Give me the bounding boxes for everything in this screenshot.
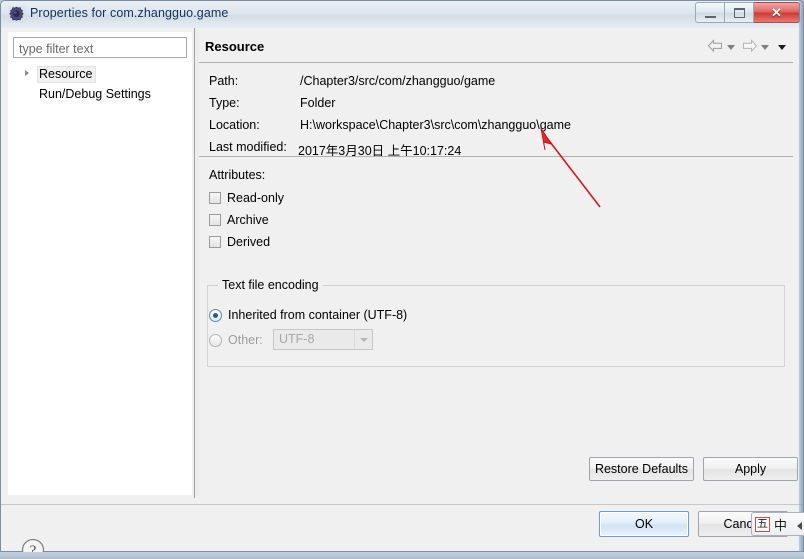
settings-tree: Resource Run/Debug Settings [9,64,191,494]
window-right-edge [799,1,803,553]
search-input[interactable] [17,39,187,58]
inherited-encoding-radio-row[interactable]: Inherited from container (UTF-8) [209,308,407,322]
readonly-checkbox[interactable] [209,192,221,204]
attributes-title: Attributes: [209,168,266,182]
forward-history-chevron-down-icon[interactable] [761,45,769,50]
window-titlebar[interactable]: Properties for com.zhangguo.game ✕ [1,1,803,29]
sidebar-item-run-debug-settings[interactable]: Run/Debug Settings [9,84,191,104]
screenshot-root: Properties for com.zhangguo.game ✕ type … [0,0,804,559]
close-icon: ✕ [771,5,782,20]
other-encoding-radio[interactable] [209,333,222,347]
header-divider [199,62,793,63]
archive-checkbox-row[interactable]: Archive [209,213,269,227]
settings-tree-panel: Resource Run/Debug Settings [8,32,192,495]
encoding-select-button[interactable] [354,330,372,349]
derived-checkbox-row[interactable]: Derived [209,235,270,249]
type-value: Folder [300,96,336,110]
minimize-button[interactable] [695,2,725,23]
readonly-checkbox-row[interactable]: Read-only [209,191,284,205]
inherited-encoding-radio[interactable] [209,308,222,322]
filter-box[interactable] [13,37,187,58]
close-button[interactable]: ✕ [754,2,800,23]
back-arrow-icon[interactable] [706,38,725,54]
derived-label: Derived [227,235,271,249]
path-label: Path: [209,74,239,88]
last-modified-label: Last modified: [209,140,287,154]
encoding-select-value: UTF-8 [279,332,315,346]
chevron-down-icon [360,338,368,342]
ime-mode-icon[interactable]: 五 [755,516,770,532]
panel-divider [194,28,195,498]
page-nav-toolbar [706,38,788,54]
text-file-encoding-group: Text file encoding [207,278,785,367]
restore-icon [734,8,745,18]
encoding-select[interactable]: UTF-8 [273,329,373,350]
type-label: Type: [209,96,240,110]
group-title: Text file encoding [218,278,323,292]
back-history-chevron-down-icon[interactable] [727,45,735,50]
maximize-button[interactable] [725,2,754,23]
sidebar-item-resource[interactable]: Resource [9,64,191,84]
footer-divider [1,504,803,505]
minimize-icon [705,16,716,18]
restore-defaults-button[interactable]: Restore Defaults [589,457,694,481]
chevron-right-icon[interactable] [25,70,29,76]
archive-label: Archive [227,213,269,227]
derived-checkbox[interactable] [209,236,221,248]
ime-language-label[interactable]: 中 [774,515,787,534]
properties-dialog-window: Properties for com.zhangguo.game ✕ type … [0,0,804,559]
forward-arrow-icon[interactable] [740,38,759,54]
location-value: H:\workspace\Chapter3\src\com\zhangguo\g… [300,118,571,132]
properties-gear-icon [8,6,25,23]
apply-button[interactable]: Apply [703,457,798,481]
sidebar-item-label: Resource [37,65,96,83]
inherited-encoding-label: Inherited from container (UTF-8) [228,308,408,322]
sidebar-item-label: Run/Debug Settings [39,86,151,101]
attributes-divider [199,156,793,157]
desktop-taskbar-sliver [0,552,804,559]
caption-buttons: ✕ [695,2,800,23]
archive-checkbox[interactable] [209,214,221,226]
path-value: /Chapter3/src/com/zhangguo/game [300,74,496,88]
ok-button[interactable]: OK [599,511,689,537]
dialog-body: Resource Run/Debug Settings Resource [1,28,803,559]
triangle-left-icon[interactable] [797,522,802,530]
resource-page: Resource Path: /Chapter3/src/com/zhanggu… [198,30,798,497]
view-menu-chevron-down-icon[interactable] [778,45,786,50]
other-encoding-radio-row[interactable]: Other: [209,333,263,347]
window-title: Properties for com.zhangguo.game [30,6,229,20]
ime-language-bar[interactable]: 五 中 [751,512,804,536]
location-label: Location: [209,118,260,132]
other-encoding-label: Other: [228,333,263,347]
readonly-label: Read-only [227,191,284,205]
page-title: Resource [205,39,265,54]
